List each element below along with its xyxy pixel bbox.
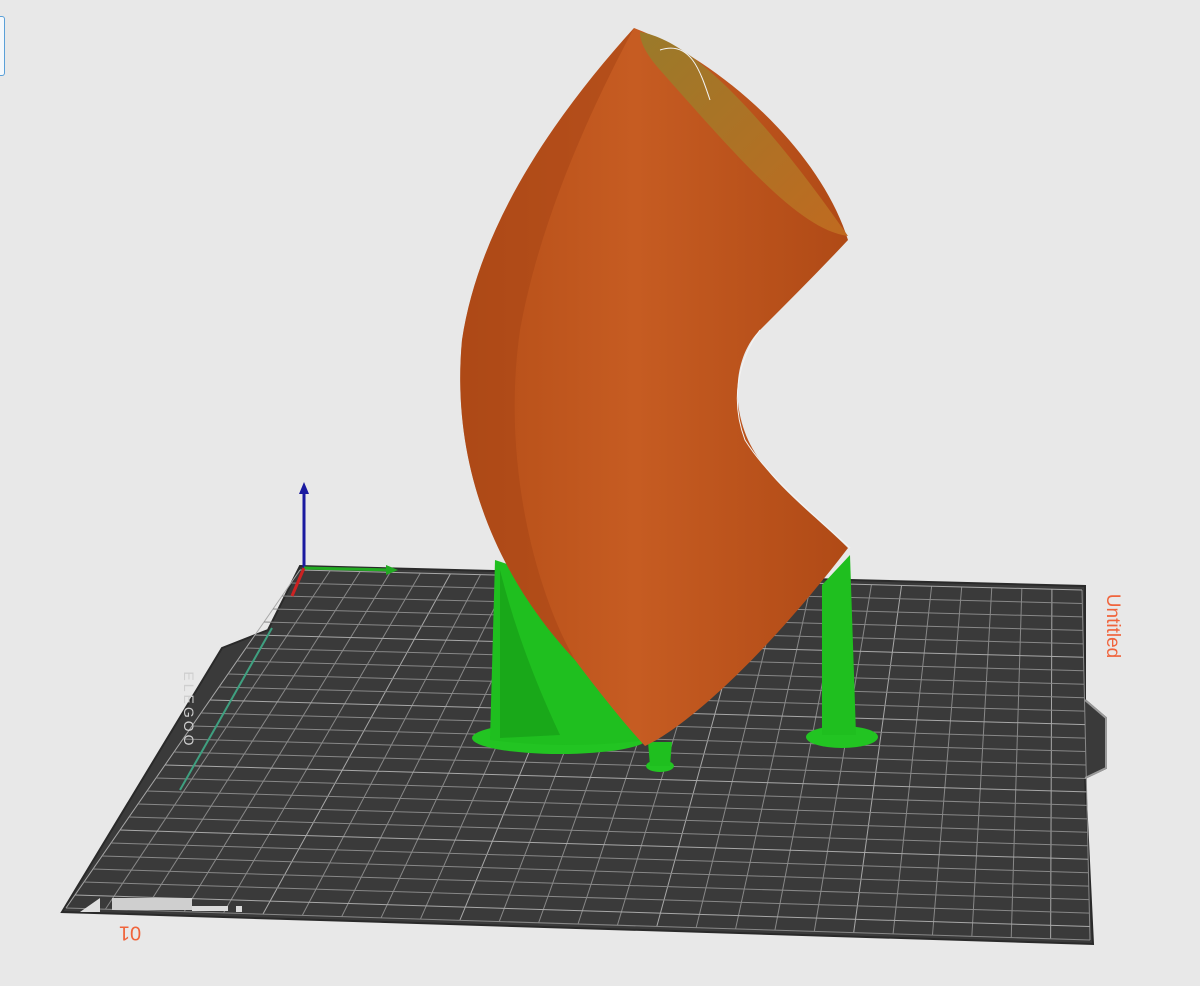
plate-label-strip bbox=[112, 898, 192, 910]
axis-z-arrow bbox=[299, 482, 309, 494]
3d-viewport[interactable] bbox=[0, 0, 1200, 986]
viewport-canvas[interactable] bbox=[0, 0, 1200, 986]
plate-number-label: 01 bbox=[118, 921, 142, 944]
plate-label-dot bbox=[236, 906, 242, 912]
plate-name-label[interactable]: Untitled bbox=[1101, 594, 1123, 658]
bed-logo-text: ELEGOO bbox=[181, 671, 197, 749]
axis-y bbox=[303, 566, 393, 572]
collapsed-panel-tab[interactable] bbox=[0, 16, 5, 76]
support-pin bbox=[648, 742, 672, 766]
plate-label-strip-small bbox=[192, 906, 228, 911]
